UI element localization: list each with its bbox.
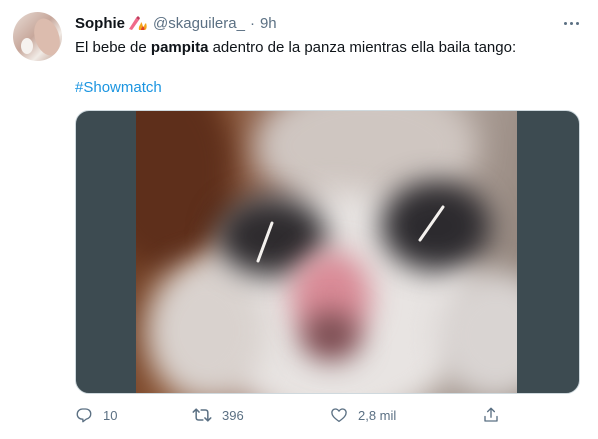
tweet-text-bold: pampita [150,39,209,56]
whisker-highlights [256,205,445,263]
hashtag-link[interactable]: #Showmatch [75,78,162,98]
author-name[interactable]: Sophie [75,15,125,32]
share-icon [482,406,500,424]
avatar-highlight [21,38,33,54]
like-count: 2,8 mil [358,407,397,423]
like-button[interactable]: 2,8 mil [330,404,396,426]
tweet-media[interactable] [75,110,580,394]
more-options-icon[interactable] [560,14,582,32]
retweet-button[interactable]: 396 [192,404,244,426]
tweet-text-before: El bebe de [75,39,151,56]
avatar-shape [29,15,62,59]
timestamp[interactable]: 9h [260,15,277,32]
blurred-cat-photo [136,111,517,393]
reply-button[interactable]: 10 [75,404,117,426]
share-button[interactable] [482,404,500,426]
tweet-text: El bebe de pampita adentro de la panza m… [75,38,575,58]
separator-dot: · [249,14,255,32]
retweet-icon [192,406,212,424]
nail-polish-fire-icon [127,15,149,31]
tweet-actions: 10 396 2,8 mil [75,404,505,426]
tweet-text-after: adentro de la panza mientras ella baila … [208,39,517,56]
reply-icon [75,406,93,424]
heart-icon [330,406,348,424]
retweet-count: 396 [222,407,244,423]
author-handle[interactable]: @skaguilera_ [153,15,245,32]
avatar[interactable] [13,12,62,61]
reply-count: 10 [103,407,118,423]
tweet-header: Sophie @skaguilera_ · 9h [75,13,277,33]
